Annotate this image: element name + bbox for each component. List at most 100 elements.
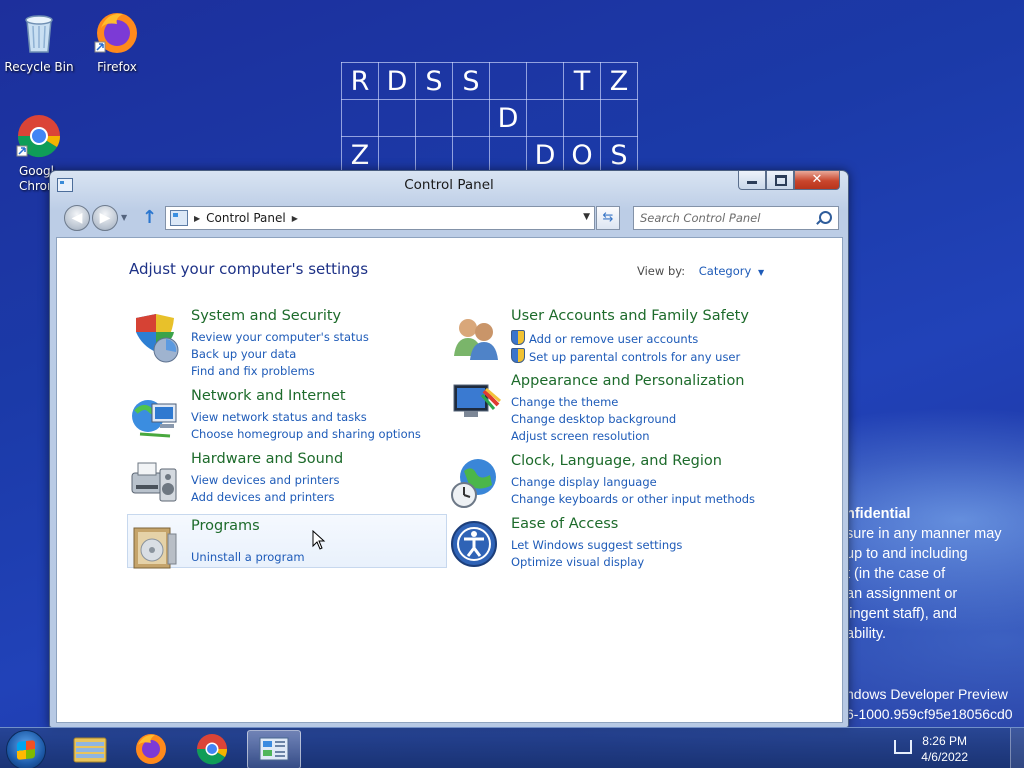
category-title-link[interactable]: Clock, Language, and Region	[511, 453, 722, 469]
grid-cell	[415, 99, 453, 137]
clock-language-icon[interactable]	[450, 457, 502, 509]
taskbar-control-panel[interactable]	[247, 730, 301, 768]
appearance-icon[interactable]	[450, 377, 502, 429]
arrow-left-icon: ◀	[71, 210, 83, 226]
desktop-icon-label: Firefox	[97, 60, 137, 74]
hardware-sound-icon[interactable]	[130, 455, 182, 507]
task-link[interactable]: Change the theme	[511, 395, 618, 409]
task-link[interactable]: Uninstall a program	[191, 550, 305, 564]
show-desktop-button[interactable]	[1010, 728, 1024, 768]
category-title-link[interactable]: Network and Internet	[191, 388, 346, 404]
task-link[interactable]: Change desktop background	[511, 412, 676, 426]
grid-cell	[378, 136, 416, 174]
grid-cell	[452, 136, 490, 174]
clock-time: 8:26 PM	[922, 734, 967, 748]
task-link[interactable]: Change keyboards or other input methods	[511, 492, 755, 506]
category-title-link[interactable]: Ease of Access	[511, 516, 618, 532]
category-title-link[interactable]: Programs	[191, 518, 260, 534]
task-link[interactable]: Optimize visual display	[511, 555, 644, 569]
task-link[interactable]: Set up parental controls for any user	[529, 350, 740, 364]
view-by-label: View by:	[637, 264, 686, 278]
watermark-build-text: ndows Developer Preview 6-1000.959cf95e1…	[846, 684, 1024, 724]
chevron-down-icon[interactable]: ▼	[758, 268, 764, 277]
task-link-with-shield[interactable]: Set up parental controls for any user	[511, 348, 740, 364]
page-title: Adjust your computer's settings	[129, 260, 369, 278]
chrome-icon	[196, 734, 228, 765]
task-link[interactable]: Add devices and printers	[191, 490, 334, 504]
task-link[interactable]: Choose homegroup and sharing options	[191, 427, 421, 441]
user-accounts-icon[interactable]	[450, 312, 502, 364]
maximize-button[interactable]	[766, 171, 794, 190]
task-link[interactable]: Add or remove user accounts	[529, 332, 698, 346]
recycle-bin-icon	[15, 8, 63, 56]
watermark-line: an assignment or	[846, 586, 958, 602]
breadcrumb-chevron-icon[interactable]: ▶	[292, 214, 298, 223]
task-link[interactable]: Find and fix problems	[191, 364, 315, 378]
grid-cell: O	[563, 136, 601, 174]
task-link[interactable]: View network status and tasks	[191, 410, 367, 424]
watermark-line: t (in the case of	[846, 566, 946, 582]
ease-of-access-icon[interactable]	[450, 520, 502, 572]
task-link[interactable]: Adjust screen resolution	[511, 429, 650, 443]
grid-row: Z DOS	[341, 136, 638, 174]
recent-pages-dropdown[interactable]: ▼	[121, 213, 127, 222]
up-level-button[interactable]: ↑	[142, 207, 157, 228]
system-security-icon[interactable]	[130, 312, 182, 364]
task-link-with-shield[interactable]: Add or remove user accounts	[511, 330, 698, 346]
refresh-button[interactable]: ⇆	[596, 206, 620, 230]
breadcrumb-control-panel[interactable]: Control Panel	[206, 211, 286, 225]
minimize-button[interactable]	[738, 171, 766, 190]
grid-cell	[489, 136, 527, 174]
network-icon[interactable]	[894, 740, 912, 754]
taskbar-firefox[interactable]	[125, 730, 177, 767]
search-box[interactable]	[633, 206, 839, 230]
task-link[interactable]: Change display language	[511, 475, 657, 489]
search-input[interactable]	[634, 208, 822, 228]
clock-date: 4/6/2022	[921, 750, 968, 764]
firefox-icon	[136, 734, 166, 764]
category-title-link[interactable]: Hardware and Sound	[191, 451, 343, 467]
taskbar-chrome[interactable]	[186, 730, 238, 767]
category-title-link[interactable]: System and Security	[191, 308, 341, 324]
view-by-dropdown[interactable]: Category	[699, 264, 752, 278]
forward-button[interactable]: ▶	[92, 205, 118, 231]
grid-cell: Z	[600, 62, 638, 100]
watermark-build-line: 6-1000.959cf95e18056cd0	[846, 706, 1013, 722]
breadcrumb-chevron-icon[interactable]: ▶	[194, 214, 200, 223]
grid-cell	[378, 99, 416, 137]
task-link[interactable]: Review your computer's status	[191, 330, 369, 344]
navigation-bar: ◀ ▶ ▼ ↑ ▶ Control Panel ▶ ▼ ⇆	[50, 203, 848, 233]
network-internet-icon[interactable]	[130, 392, 182, 444]
task-link[interactable]: Back up your data	[191, 347, 296, 361]
programs-icon[interactable]	[130, 522, 182, 574]
mouse-cursor-icon	[312, 530, 326, 550]
uac-shield-icon	[511, 348, 525, 363]
grid-cell	[600, 99, 638, 137]
address-dropdown-icon[interactable]: ▼	[583, 212, 590, 222]
watermark-line: ability.	[846, 626, 887, 642]
watermark-line: lingent staff), and	[846, 606, 957, 622]
task-link[interactable]: View devices and printers	[191, 473, 339, 487]
start-button[interactable]	[6, 730, 46, 768]
category-title-link[interactable]: Appearance and Personalization	[511, 373, 745, 389]
taskbar-file-explorer[interactable]	[64, 730, 116, 767]
desktop-icon-recycle-bin[interactable]: Recycle Bin	[0, 8, 78, 74]
grid-cell: S	[452, 62, 490, 100]
control-panel-window: Control Panel ◀ ▶ ▼ ↑ ▶ Control Panel	[49, 170, 849, 728]
address-bar[interactable]: ▶ Control Panel ▶ ▼	[165, 206, 595, 230]
watermark-line: up to and including	[846, 546, 968, 562]
taskbar-clock[interactable]: 8:26 PM 4/6/2022	[921, 733, 968, 765]
file-explorer-icon	[73, 737, 107, 763]
search-icon[interactable]	[819, 211, 832, 224]
desktop-icon-firefox[interactable]: Firefox	[78, 8, 156, 74]
grid-cell: D	[378, 62, 416, 100]
back-button[interactable]: ◀	[64, 205, 90, 231]
grid-cell	[452, 99, 490, 137]
task-link[interactable]: Let Windows suggest settings	[511, 538, 682, 552]
grid-row: RDSS TZ	[341, 62, 638, 100]
close-button[interactable]	[794, 171, 840, 190]
control-panel-icon	[259, 737, 289, 761]
window-titlebar[interactable]: Control Panel	[50, 171, 848, 199]
category-title-link[interactable]: User Accounts and Family Safety	[511, 308, 749, 324]
firefox-icon	[93, 8, 141, 56]
